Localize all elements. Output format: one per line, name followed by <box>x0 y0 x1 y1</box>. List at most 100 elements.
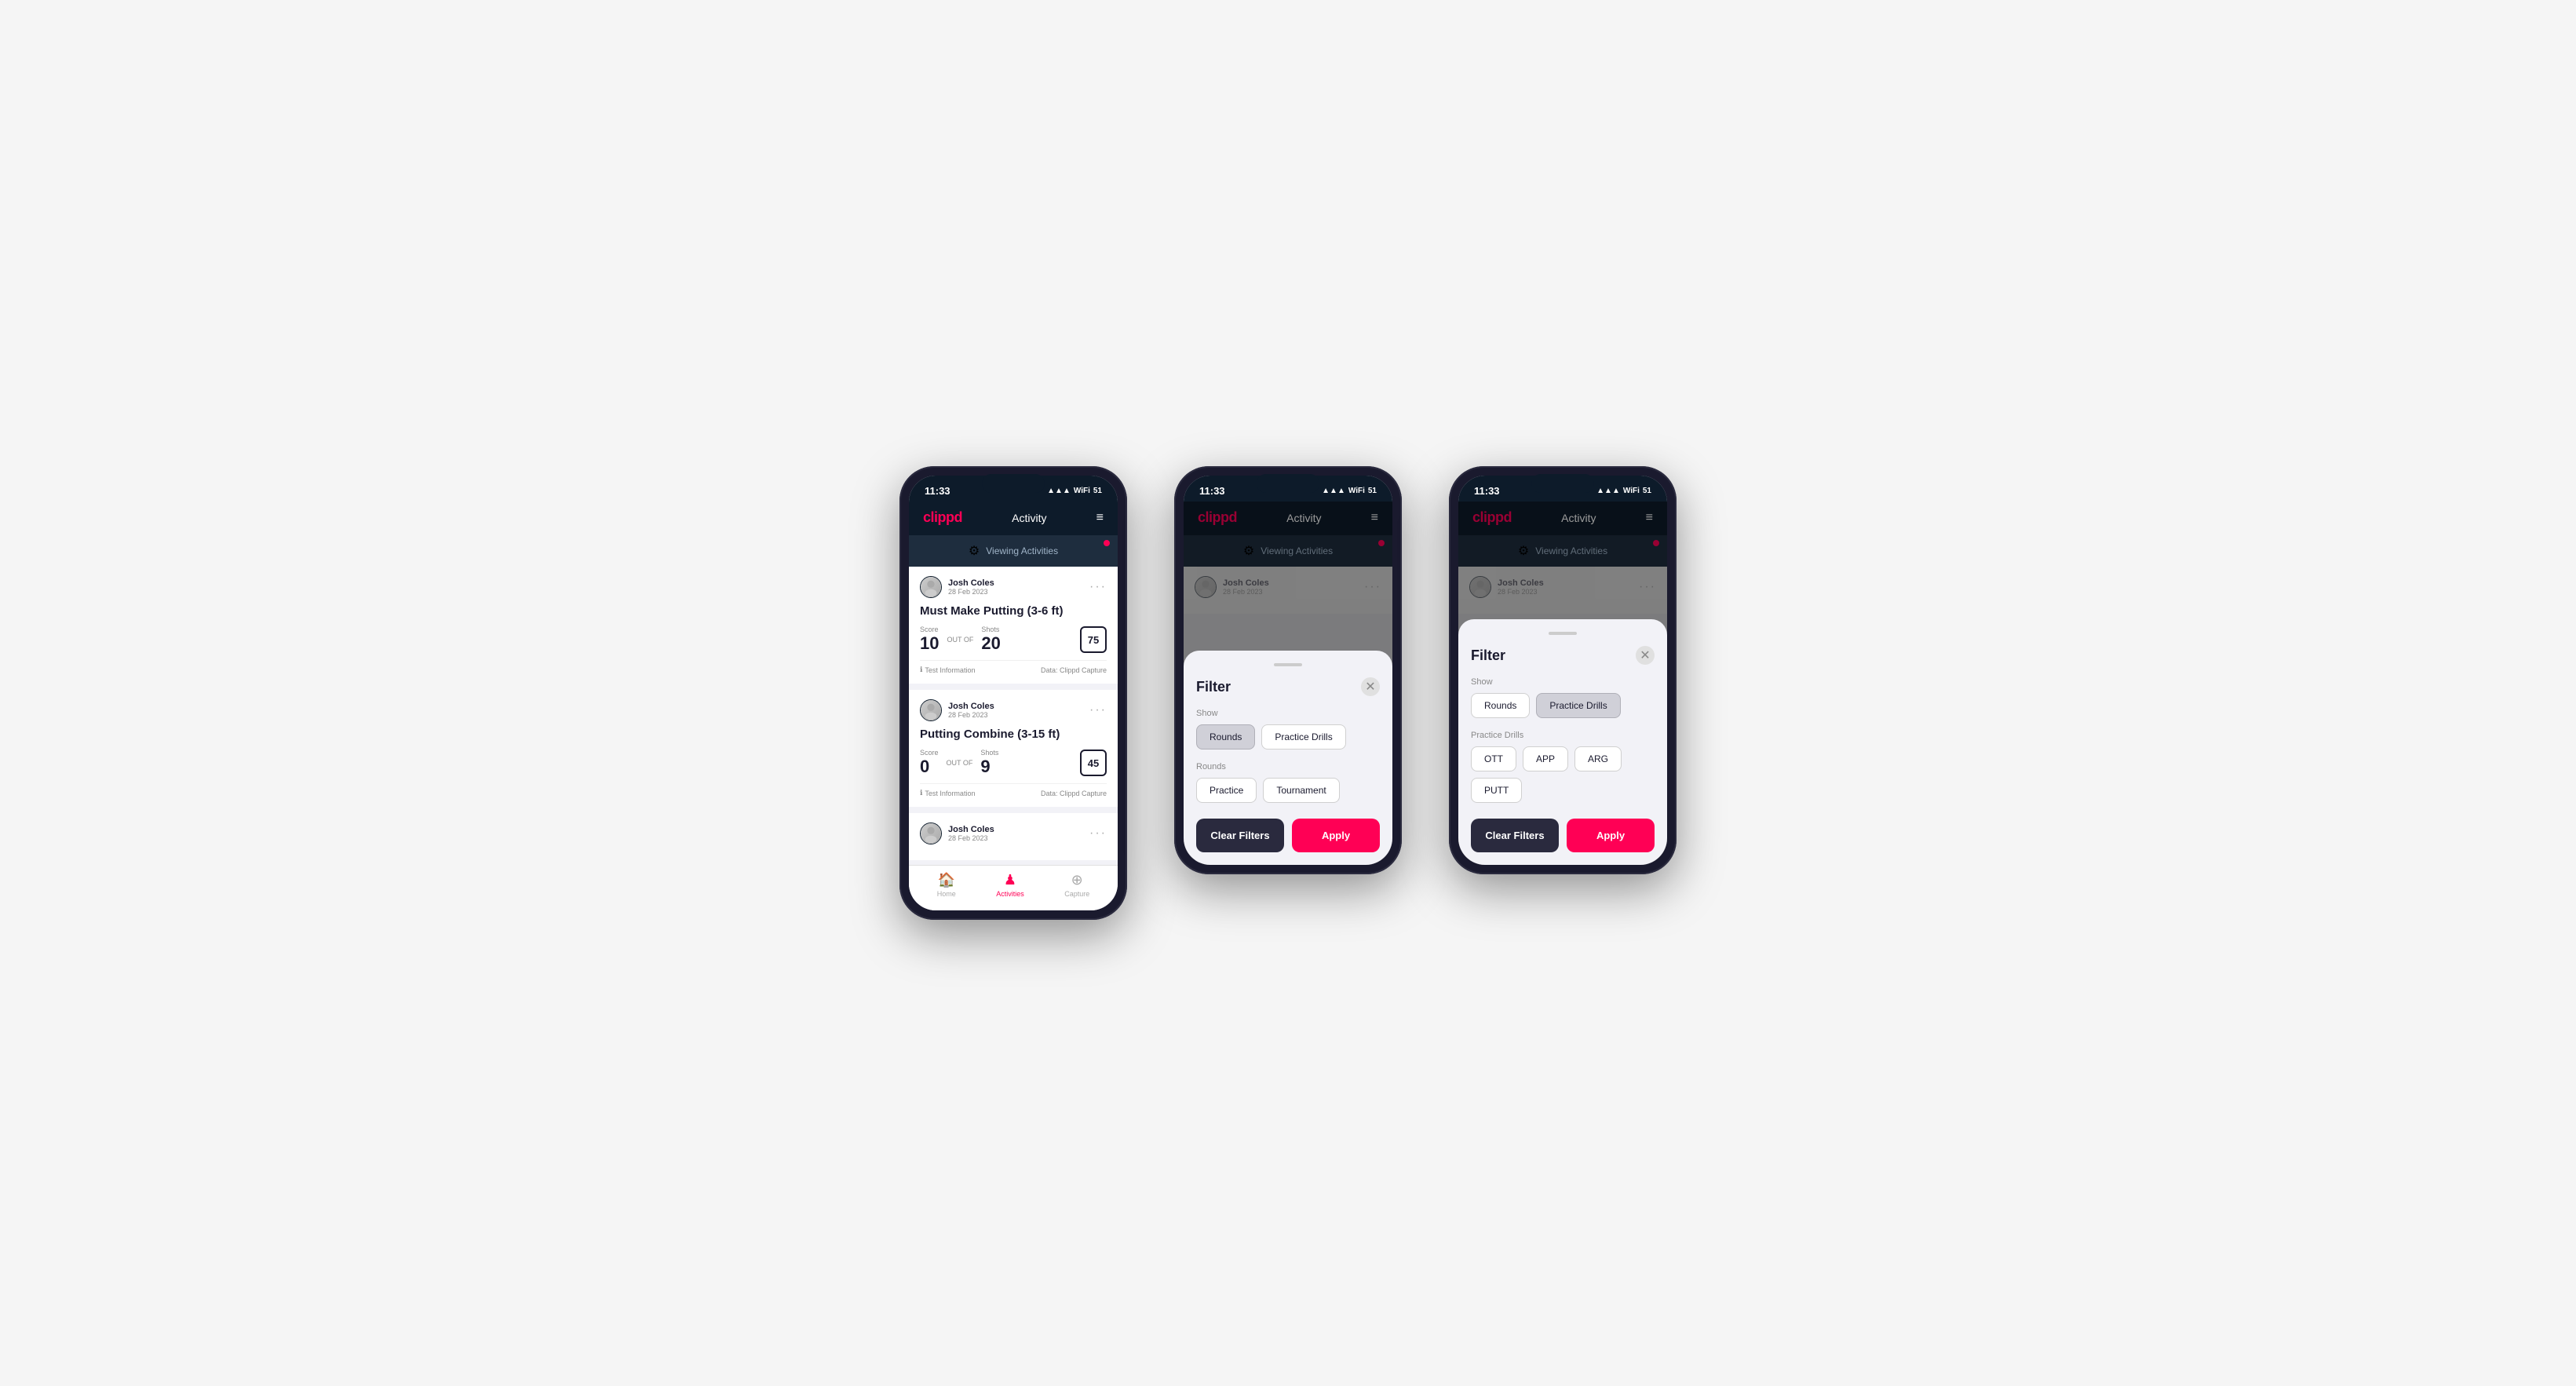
status-time-2: 11:33 <box>1199 485 1225 497</box>
dim-user-date-3: 28 Feb 2023 <box>1498 588 1544 596</box>
putt-btn-3[interactable]: PUTT <box>1471 778 1522 803</box>
sheet-header-2: Filter ✕ <box>1196 677 1380 696</box>
footer-info-1: ℹ Test Information <box>920 666 975 674</box>
practice-drills-btn-2[interactable]: Practice Drills <box>1261 724 1345 750</box>
sheet-footer-2: Clear Filters Apply <box>1196 819 1380 852</box>
user-date-1: 28 Feb 2023 <box>948 588 994 596</box>
clear-filters-btn-3[interactable]: Clear Filters <box>1471 819 1559 852</box>
apply-btn-2[interactable]: Apply <box>1292 819 1380 852</box>
viewing-bar-1[interactable]: ⚙ Viewing Activities <box>909 535 1118 567</box>
card-menu-2[interactable]: ··· <box>1089 703 1107 717</box>
filter-close-2[interactable]: ✕ <box>1361 677 1380 696</box>
footer-info-2: ℹ Test Information <box>920 789 975 797</box>
card-menu-3[interactable]: ··· <box>1089 826 1107 841</box>
dim-menu-3: ··· <box>1639 580 1656 594</box>
tab-bar-1: 🏠 Home ♟ Activities ⊕ Capture <box>909 865 1118 910</box>
scene: 11:33 ▲▲▲ WiFi 51 clippd Activity ≡ ⚙ Vi… <box>868 419 1708 967</box>
dim-user-info-3: Josh Coles 28 Feb 2023 <box>1469 576 1544 598</box>
filter-dot-1 <box>1104 540 1110 546</box>
filter-close-3[interactable]: ✕ <box>1636 646 1655 665</box>
hamburger-icon-2[interactable]: ≡ <box>1371 511 1378 525</box>
dim-card-2: Josh Coles 28 Feb 2023 ··· <box>1184 567 1392 614</box>
tab-home-label-1: Home <box>937 890 956 898</box>
hamburger-icon-3[interactable]: ≡ <box>1646 511 1653 525</box>
user-details-1: Josh Coles 28 Feb 2023 <box>948 578 994 596</box>
show-label-2: Show <box>1196 709 1380 718</box>
avatar-img-3 <box>921 823 941 844</box>
filter-icon-2: ⚙ <box>1243 543 1254 559</box>
user-info-1: Josh Coles 28 Feb 2023 <box>920 576 994 598</box>
shots-label-1: Shots <box>981 626 1000 633</box>
arg-btn-3[interactable]: ARG <box>1574 746 1622 771</box>
filter-show-section-3: Show Rounds Practice Drills <box>1471 677 1655 718</box>
tab-capture-1[interactable]: ⊕ Capture <box>1064 872 1089 898</box>
activity-card-1: Josh Coles 28 Feb 2023 ··· Must Make Put… <box>909 567 1118 684</box>
show-buttons-3: Rounds Practice Drills <box>1471 693 1655 718</box>
tab-home-1[interactable]: 🏠 Home <box>937 872 956 898</box>
header-title-3: Activity <box>1561 512 1596 524</box>
app-header-2: clippd Activity ≡ <box>1184 502 1392 535</box>
phone-2: 11:33 ▲▲▲ WiFi 51 clippd Activity ≡ ⚙ Vi… <box>1174 466 1402 874</box>
shots-group-2: Shots 9 <box>980 749 998 777</box>
viewing-bar-text-2: Viewing Activities <box>1261 545 1333 556</box>
header-title-1: Activity <box>1012 512 1046 524</box>
show-buttons-2: Rounds Practice Drills <box>1196 724 1380 750</box>
viewing-bar-2: ⚙ Viewing Activities <box>1184 535 1392 567</box>
battery-icon-2: 51 <box>1368 487 1377 495</box>
ott-btn-3[interactable]: OTT <box>1471 746 1516 771</box>
wifi-icon-3: WiFi <box>1623 487 1640 495</box>
activity-card-2: Josh Coles 28 Feb 2023 ··· Putting Combi… <box>909 690 1118 807</box>
filter-icon-3: ⚙ <box>1518 543 1529 559</box>
hamburger-icon-1[interactable]: ≡ <box>1096 511 1104 525</box>
activity-card-3: Josh Coles 28 Feb 2023 ··· <box>909 813 1118 860</box>
rounds-btn-2[interactable]: Rounds <box>1196 724 1255 750</box>
score-group-2: Score 0 <box>920 749 939 777</box>
card-footer-2: ℹ Test Information Data: Clippd Capture <box>920 783 1107 797</box>
filter-dot-2 <box>1378 540 1385 546</box>
phone-2-inner: 11:33 ▲▲▲ WiFi 51 clippd Activity ≡ ⚙ Vi… <box>1184 476 1392 865</box>
shot-quality-badge-1: 75 <box>1080 626 1107 653</box>
out-of-1: OUT OF <box>947 636 973 644</box>
apply-btn-3[interactable]: Apply <box>1567 819 1655 852</box>
home-icon-1: 🏠 <box>938 872 955 888</box>
dim-menu-2: ··· <box>1364 580 1381 594</box>
show-label-3: Show <box>1471 677 1655 687</box>
phone-1: 11:33 ▲▲▲ WiFi 51 clippd Activity ≡ ⚙ Vi… <box>899 466 1127 920</box>
clear-filters-btn-2[interactable]: Clear Filters <box>1196 819 1284 852</box>
viewing-bar-3: ⚙ Viewing Activities <box>1458 535 1667 567</box>
dynamic-island-1 <box>982 474 1045 493</box>
logo-1: clippd <box>923 509 962 526</box>
wifi-icon-1: WiFi <box>1074 487 1090 495</box>
shot-quality-value-1: 75 <box>1088 634 1099 646</box>
status-icons-1: ▲▲▲ WiFi 51 <box>1047 487 1102 495</box>
shots-value-2: 9 <box>980 757 990 776</box>
practice-round-btn-2[interactable]: Practice <box>1196 778 1257 803</box>
filter-dot-3 <box>1653 540 1659 546</box>
status-time-3: 11:33 <box>1474 485 1500 497</box>
card-header-2: Josh Coles 28 Feb 2023 ··· <box>920 699 1107 721</box>
battery-icon-1: 51 <box>1093 487 1102 495</box>
avatar-2 <box>920 699 942 721</box>
tab-activities-1[interactable]: ♟ Activities <box>996 872 1024 898</box>
card-menu-1[interactable]: ··· <box>1089 580 1107 594</box>
viewing-bar-text-3: Viewing Activities <box>1535 545 1607 556</box>
score-value-1: 10 <box>920 633 939 653</box>
practice-drills-btn-3[interactable]: Practice Drills <box>1536 693 1620 718</box>
tournament-btn-2[interactable]: Tournament <box>1263 778 1339 803</box>
activity-content-1: Josh Coles 28 Feb 2023 ··· Must Make Put… <box>909 567 1118 865</box>
wifi-icon-2: WiFi <box>1348 487 1365 495</box>
filter-sheet-2: Filter ✕ Show Rounds Practice Drills Rou… <box>1184 651 1392 865</box>
app-btn-3[interactable]: APP <box>1523 746 1568 771</box>
sheet-footer-3: Clear Filters Apply <box>1471 819 1655 852</box>
sheet-header-3: Filter ✕ <box>1471 646 1655 665</box>
rounds-btn-3[interactable]: Rounds <box>1471 693 1530 718</box>
dim-user-name-3: Josh Coles <box>1498 578 1544 588</box>
capture-icon-1: ⊕ <box>1071 872 1083 888</box>
filter-drills-section-3: Practice Drills OTT APP ARG PUTT <box>1471 731 1655 803</box>
rounds-label-2: Rounds <box>1196 762 1380 771</box>
phone-3-inner: 11:33 ▲▲▲ WiFi 51 clippd Activity ≡ ⚙ Vi… <box>1458 476 1667 865</box>
logo-3: clippd <box>1472 509 1512 526</box>
card-footer-1: ℹ Test Information Data: Clippd Capture <box>920 660 1107 674</box>
phone-1-inner: 11:33 ▲▲▲ WiFi 51 clippd Activity ≡ ⚙ Vi… <box>909 476 1118 910</box>
score-value-2: 0 <box>920 757 929 776</box>
